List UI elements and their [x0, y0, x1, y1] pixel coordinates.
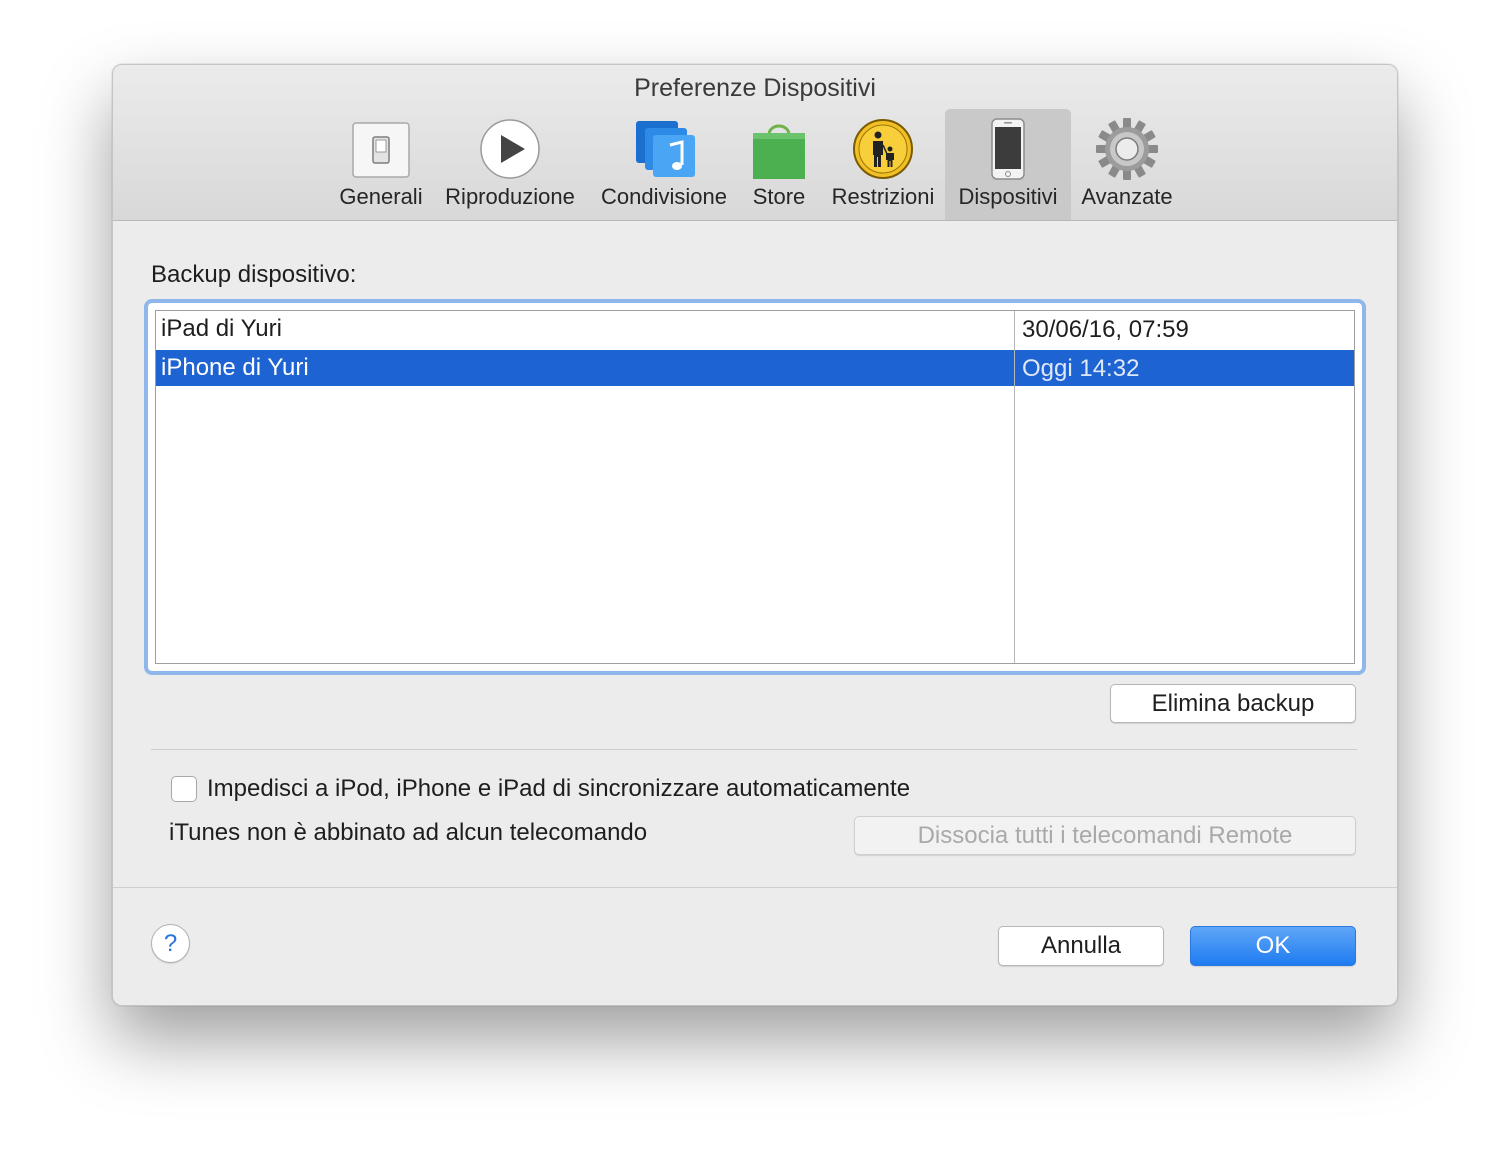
device-name: iPad di Yuri — [161, 315, 282, 342]
table-row[interactable]: iPad di Yuri 30/06/16, 07:59 — [156, 311, 1354, 347]
shopping-bag-icon — [753, 124, 805, 179]
preferences-window: Preferenze Dispositivi Generali Riproduz… — [112, 64, 1398, 1006]
window-title: Preferenze Dispositivi — [634, 74, 876, 102]
backup-table[interactable]: iPad di Yuri 30/06/16, 07:59 iPhone di Y… — [155, 310, 1355, 664]
device-name: iPhone di Yuri — [161, 354, 309, 381]
divider — [151, 749, 1357, 750]
switch-icon — [352, 122, 410, 178]
toolbar: Preferenze Dispositivi Generali Riproduz… — [113, 65, 1397, 221]
tab-label: Riproduzione — [445, 184, 575, 209]
tab-label: Dispositivi — [958, 184, 1058, 209]
play-icon — [480, 119, 540, 179]
delete-backup-button[interactable]: Elimina backup — [1110, 684, 1356, 723]
tab-condivisione[interactable]: Condivisione — [591, 109, 737, 220]
tab-label: Restrizioni — [831, 184, 935, 209]
footer-divider — [113, 887, 1397, 888]
tab-store[interactable]: Store — [741, 109, 817, 220]
cancel-button[interactable]: Annulla — [998, 926, 1164, 966]
ok-button[interactable]: OK — [1190, 926, 1356, 966]
parental-icon — [853, 119, 913, 179]
gear-icon — [1096, 118, 1158, 180]
tab-label: Store — [752, 184, 806, 209]
tab-dispositivi[interactable]: Dispositivi — [945, 109, 1071, 220]
tab-label: Condivisione — [601, 184, 727, 209]
remote-status-text: iTunes non è abbinato ad alcun telecoman… — [169, 819, 648, 846]
backup-date: 30/06/16, 07:59 — [1022, 316, 1189, 343]
tab-restrizioni[interactable]: Restrizioni — [823, 109, 943, 220]
tab-label: Generali — [339, 184, 423, 209]
unpair-remotes-button[interactable]: Dissocia tutti i telecomandi Remote — [854, 816, 1356, 855]
tab-generali[interactable]: Generali — [333, 109, 429, 220]
tab-label: Avanzate — [1081, 184, 1173, 209]
tab-avanzate[interactable]: Avanzate — [1075, 109, 1179, 220]
iphone-icon — [991, 118, 1025, 180]
column-separator — [1014, 311, 1015, 663]
prevent-sync-label: Impedisci a iPod, iPhone e iPad di sincr… — [207, 775, 911, 802]
backup-section-label: Backup dispositivo: — [151, 261, 357, 288]
tab-riproduzione[interactable]: Riproduzione — [437, 109, 583, 220]
music-library-icon — [636, 121, 695, 177]
backup-date: Oggi 14:32 — [1022, 355, 1140, 382]
help-button[interactable]: ? — [151, 924, 190, 963]
prevent-sync-checkbox[interactable] — [171, 776, 197, 802]
table-row[interactable]: iPhone di Yuri Oggi 14:32 — [156, 350, 1354, 386]
